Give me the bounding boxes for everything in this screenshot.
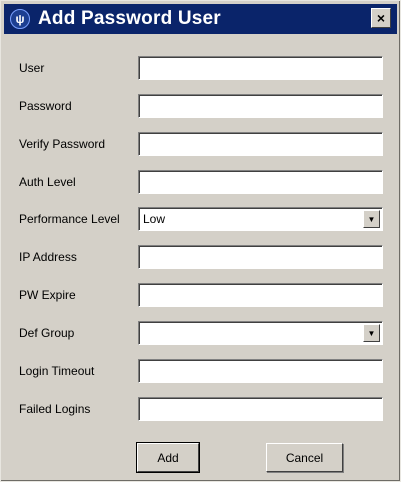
cancel-button[interactable]: Cancel — [266, 443, 343, 472]
auth-level-input[interactable] — [138, 170, 383, 194]
login-timeout-input[interactable] — [138, 359, 383, 383]
field-row-performance-level: Performance Level Low ▼ — [19, 207, 383, 231]
performance-level-label: Performance Level — [19, 212, 120, 226]
add-password-user-dialog: ψ Add Password User × User Password Veri… — [0, 0, 401, 482]
failed-logins-input[interactable] — [138, 397, 383, 421]
field-row-auth-level: Auth Level — [19, 170, 383, 194]
pw-expire-label: PW Expire — [19, 288, 76, 302]
def-group-label: Def Group — [19, 326, 75, 340]
auth-level-label: Auth Level — [19, 175, 76, 189]
field-row-user: User — [19, 56, 383, 80]
dialog-title: Add Password User — [38, 8, 221, 29]
add-button[interactable]: Add — [136, 442, 200, 473]
close-icon: × — [376, 10, 386, 26]
password-label: Password — [19, 99, 72, 113]
performance-level-value: Low — [143, 212, 166, 226]
pw-expire-input[interactable] — [138, 283, 383, 307]
login-timeout-label: Login Timeout — [19, 364, 95, 378]
failed-logins-label: Failed Logins — [19, 402, 91, 416]
chevron-down-icon[interactable]: ▼ — [363, 210, 380, 228]
field-row-failed-logins: Failed Logins — [19, 397, 383, 421]
field-row-verify-password: Verify Password — [19, 132, 383, 156]
ip-address-label: IP Address — [19, 250, 77, 264]
field-row-pw-expire: PW Expire — [19, 283, 383, 307]
user-label: User — [19, 61, 45, 75]
ip-address-input[interactable] — [138, 245, 383, 269]
user-input[interactable] — [138, 56, 383, 80]
title-bar[interactable]: ψ Add Password User × — [4, 4, 397, 34]
field-row-def-group: Def Group ▼ — [19, 321, 383, 345]
password-input[interactable] — [138, 94, 383, 118]
def-group-select[interactable]: ▼ — [138, 321, 383, 345]
field-row-password: Password — [19, 94, 383, 118]
performance-level-select[interactable]: Low ▼ — [138, 207, 383, 231]
verify-password-label: Verify Password — [19, 137, 106, 151]
close-button[interactable]: × — [371, 8, 391, 28]
field-row-login-timeout: Login Timeout — [19, 359, 383, 383]
verify-password-input[interactable] — [138, 132, 383, 156]
chevron-down-icon[interactable]: ▼ — [363, 324, 380, 342]
app-logo-icon: ψ — [10, 9, 30, 29]
field-row-ip-address: IP Address — [19, 245, 383, 269]
